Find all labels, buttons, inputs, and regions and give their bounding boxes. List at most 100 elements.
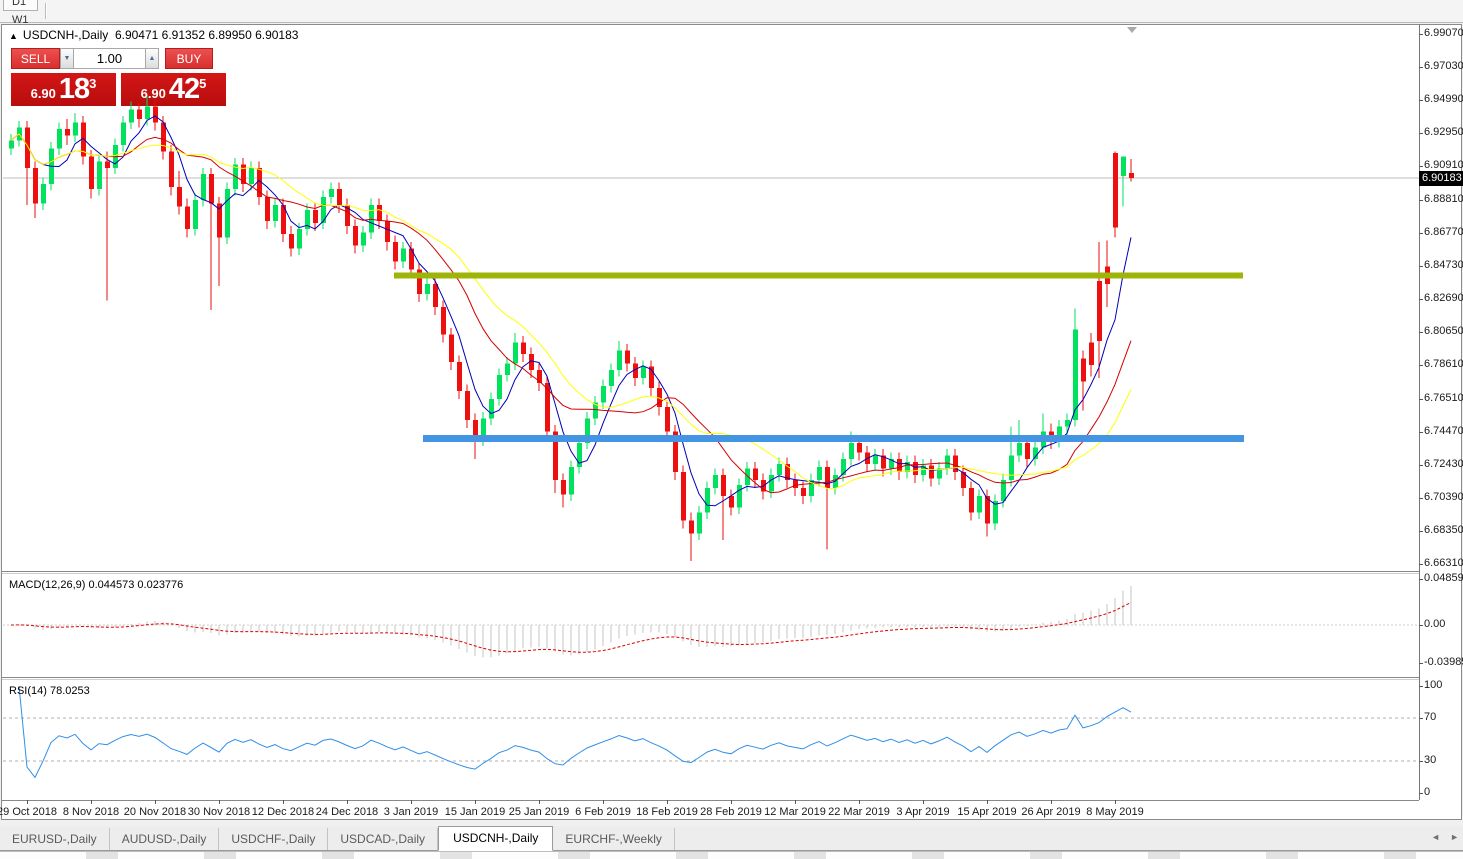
- macd-indicator-canvas[interactable]: [3, 575, 1419, 677]
- candle-body: [665, 407, 670, 431]
- candle-body: [497, 375, 502, 399]
- candle-body: [9, 140, 14, 148]
- candle-body: [25, 127, 30, 167]
- chart-tab-eurchf-weekly[interactable]: EURCHF-,Weekly: [553, 828, 674, 850]
- candle-body: [817, 467, 822, 480]
- date-axis-label: 8 May 2019: [1075, 806, 1155, 818]
- tab-scroll-buttons: ◄ ►: [1431, 832, 1459, 842]
- candle-body: [377, 205, 382, 221]
- rsi-axis-tick: [1419, 793, 1423, 794]
- candle-body: [705, 488, 710, 512]
- candle-body: [369, 205, 374, 232]
- candle-body: [201, 174, 206, 200]
- date-axis-tick: [987, 800, 988, 804]
- trading-terminal-window: H4D1W1MN ▲USDCNH-,Daily 6.90471 6.91352 …: [0, 0, 1463, 859]
- candle-body: [793, 480, 798, 488]
- candle-body: [41, 184, 46, 203]
- price-axis-label: 6.78610: [1424, 358, 1463, 370]
- price-axis-label: 6.70390: [1424, 491, 1463, 503]
- candle-body: [569, 467, 574, 494]
- date-axis-tick: [539, 800, 540, 804]
- candle-body: [145, 106, 150, 119]
- chart-tab-usdcnh-daily[interactable]: USDCNH-,Daily: [438, 826, 553, 851]
- chart-window[interactable]: ▲USDCNH-,Daily 6.90471 6.91352 6.89950 6…: [1, 24, 1462, 820]
- tab-scroll-right-icon[interactable]: ►: [1450, 832, 1459, 842]
- chart-tab-eurusd-daily[interactable]: EURUSD-,Daily: [0, 828, 110, 850]
- macd-axis-tick: [1419, 663, 1423, 664]
- candle-body: [713, 475, 718, 488]
- candle-body: [1017, 443, 1022, 456]
- price-axis-label: 6.94990: [1424, 93, 1463, 105]
- candle-body: [401, 249, 406, 262]
- candle-body: [729, 496, 734, 507]
- pane-divider[interactable]: [2, 677, 1419, 678]
- price-chart-canvas[interactable]: [3, 25, 1419, 571]
- candle-body: [913, 462, 918, 475]
- candle-body: [617, 351, 622, 370]
- candle-body: [457, 362, 462, 391]
- candle-body: [137, 110, 142, 120]
- price-axis-label: 6.90910: [1424, 159, 1463, 171]
- candle-body: [969, 488, 974, 512]
- candle-body: [177, 187, 182, 206]
- candle-body: [1129, 173, 1134, 178]
- candle-body: [465, 391, 470, 420]
- price-axis-tick: [1419, 465, 1423, 466]
- price-axis-label: 6.99070: [1424, 27, 1463, 39]
- candle-body: [249, 168, 254, 184]
- tab-scroll-left-icon[interactable]: ◄: [1431, 832, 1440, 842]
- candle-body: [121, 122, 126, 145]
- price-axis-label: 6.66310: [1424, 557, 1463, 569]
- candle-body: [545, 383, 550, 432]
- date-axis-tick: [411, 800, 412, 804]
- price-axis-tick: [1419, 498, 1423, 499]
- chart-tab-usdchf-daily[interactable]: USDCHF-,Daily: [219, 828, 328, 850]
- candle-body: [897, 459, 902, 472]
- candle-body: [441, 307, 446, 334]
- candle-body: [1097, 281, 1102, 341]
- candle-body: [753, 469, 758, 480]
- price-axis-label: 6.84730: [1424, 259, 1463, 271]
- timeframe-button-d1[interactable]: D1: [3, 0, 38, 11]
- candle-body: [97, 161, 102, 188]
- candle-body: [777, 464, 782, 475]
- candle-body: [977, 496, 982, 512]
- candle-body: [433, 284, 438, 307]
- chart-tab-audusd-daily[interactable]: AUDUSD-,Daily: [110, 828, 220, 850]
- candle-body: [129, 110, 134, 123]
- candle-body: [289, 234, 294, 249]
- clipped-panel-strip: [0, 851, 1463, 859]
- rsi-axis-tick: [1419, 718, 1423, 719]
- rsi-axis-label: 100: [1424, 679, 1442, 691]
- candle-body: [825, 467, 830, 488]
- chart-tab-usdcad-daily[interactable]: USDCAD-,Daily: [328, 828, 438, 850]
- price-axis-label: 6.82690: [1424, 292, 1463, 304]
- candle-body: [1081, 359, 1086, 382]
- price-axis-label: 6.88810: [1424, 193, 1463, 205]
- candle-body: [57, 129, 62, 148]
- price-axis-label: 6.68350: [1424, 524, 1463, 536]
- pane-divider[interactable]: [2, 571, 1419, 572]
- support-line: [423, 435, 1244, 442]
- candle-body: [33, 168, 38, 204]
- timeframe-toolbar: H4D1W1MN: [0, 0, 1463, 23]
- candle-body: [801, 488, 806, 496]
- candle-body: [689, 520, 694, 533]
- candle-body: [329, 189, 334, 197]
- candle-body: [873, 456, 878, 464]
- candle-body: [1121, 156, 1126, 175]
- candle-body: [561, 480, 566, 495]
- candle-body: [769, 475, 774, 491]
- candle-body: [169, 152, 174, 188]
- date-axis-tick: [731, 800, 732, 804]
- candle-body: [625, 351, 630, 364]
- rsi-indicator-canvas[interactable]: [3, 681, 1419, 800]
- current-price-tag: 6.90183: [1419, 171, 1463, 186]
- price-axis-tick: [1419, 133, 1423, 134]
- price-axis-tick: [1419, 266, 1423, 267]
- price-axis-tick: [1419, 100, 1423, 101]
- price-axis-label: 6.72430: [1424, 458, 1463, 470]
- candle-body: [857, 443, 862, 453]
- chart-tab-bar: EURUSD-,DailyAUDUSD-,DailyUSDCHF-,DailyU…: [0, 826, 1463, 851]
- rsi-axis-label: 0: [1424, 786, 1430, 798]
